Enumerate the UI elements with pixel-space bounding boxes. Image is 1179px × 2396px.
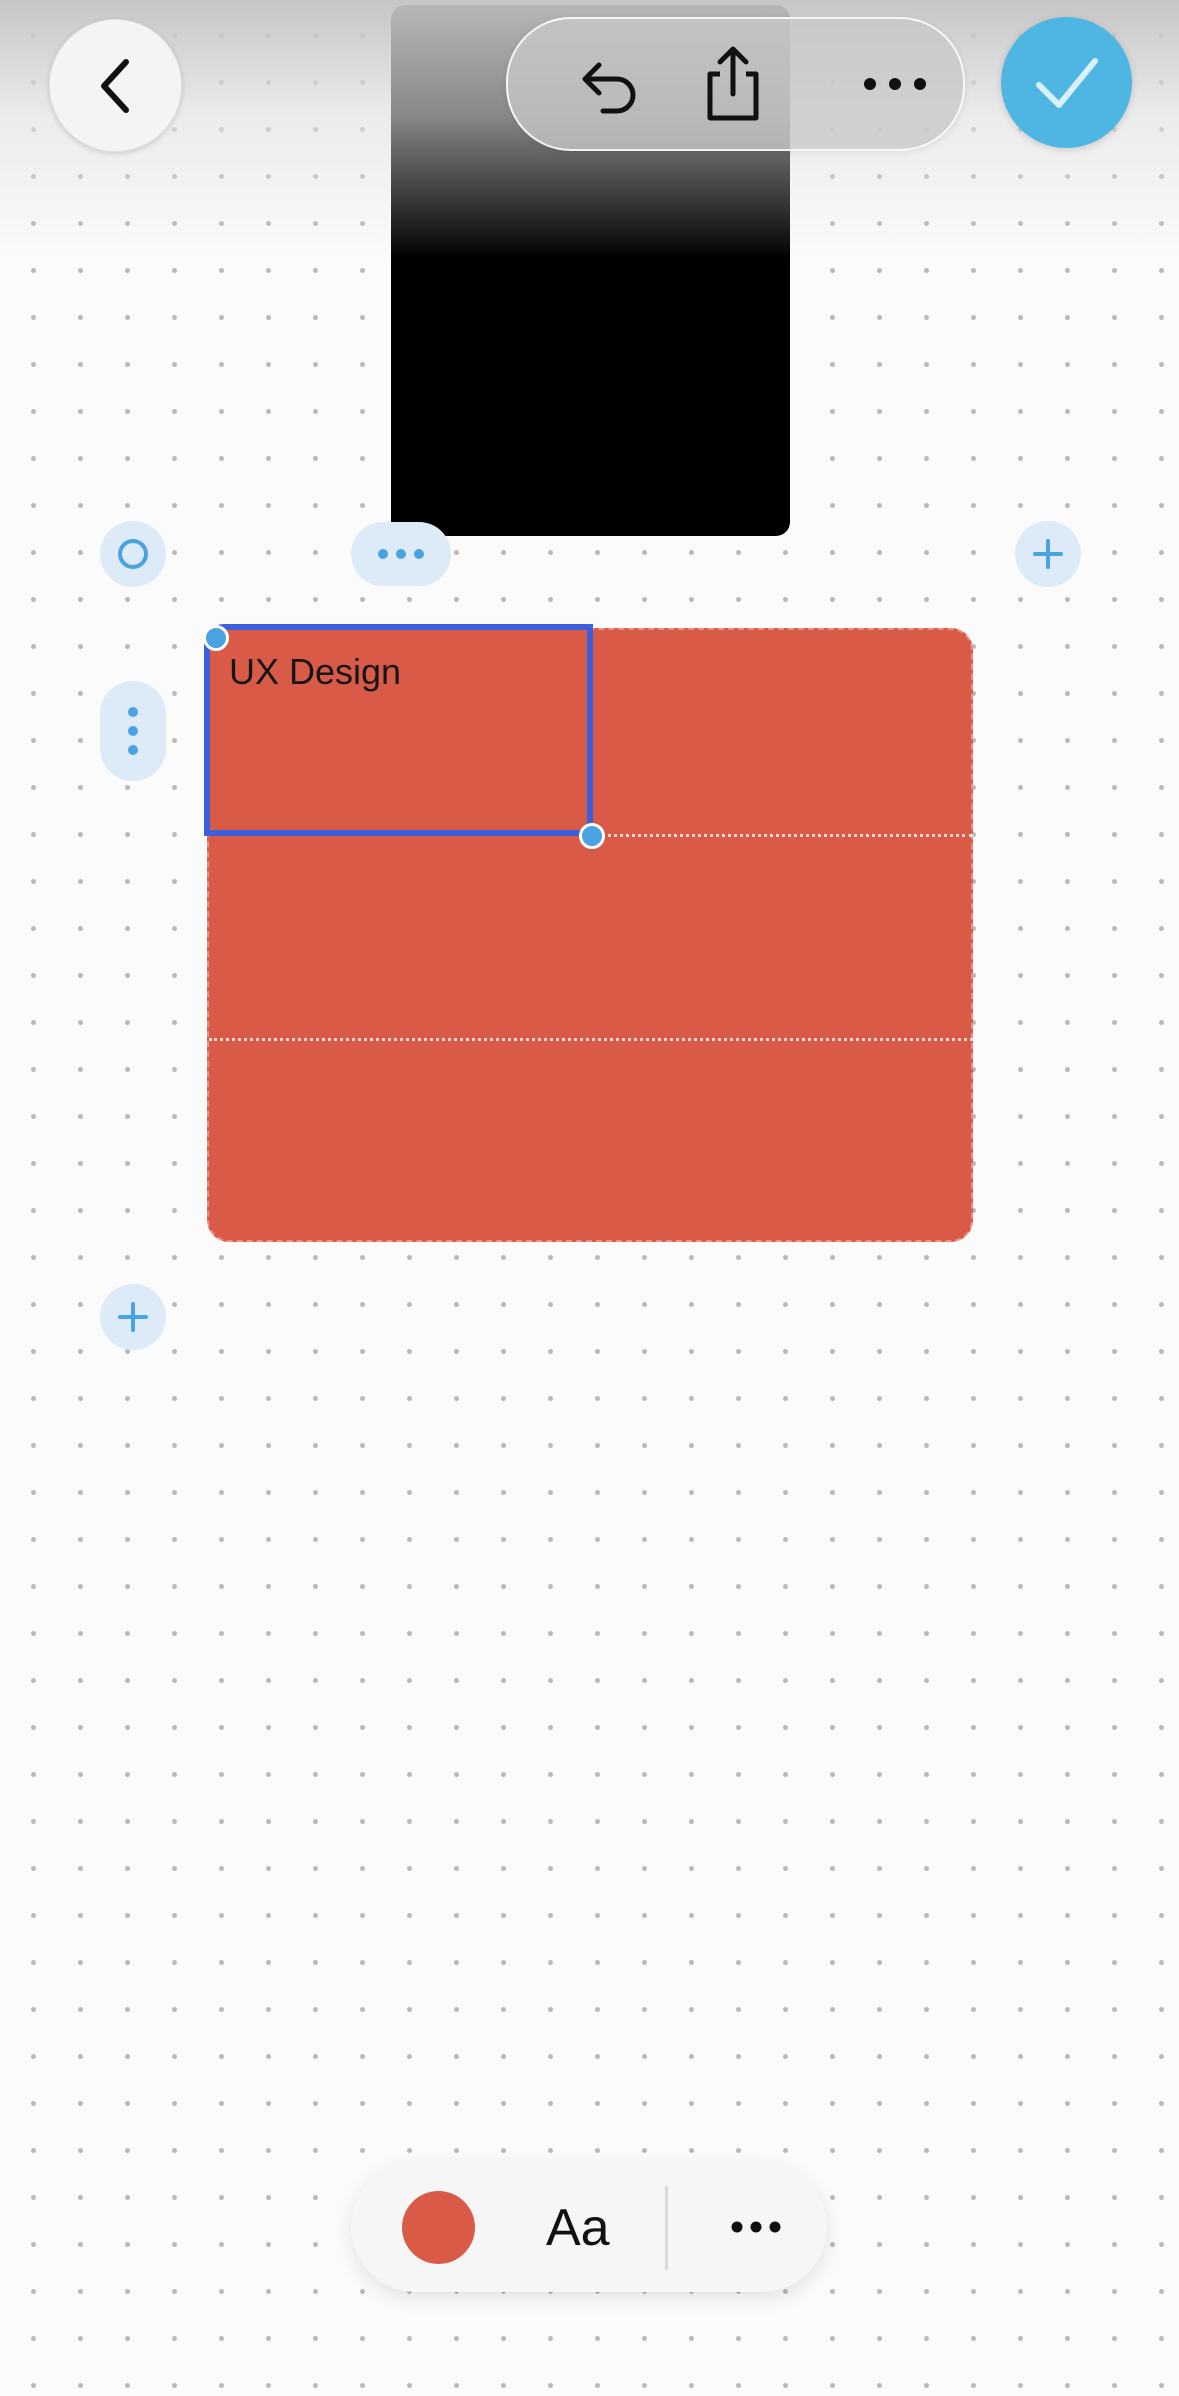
undo-icon — [582, 62, 636, 114]
bottom-format-toolbar: Aa — [351, 2162, 827, 2292]
add-column-button[interactable] — [1015, 521, 1081, 587]
share-icon — [707, 46, 759, 121]
row-menu-handle[interactable] — [100, 681, 166, 781]
more-horizontal-icon — [378, 549, 424, 559]
selection-handle-bottom-right[interactable] — [579, 823, 605, 849]
fill-color-swatch[interactable] — [402, 2191, 475, 2264]
more-vertical-icon — [128, 707, 138, 755]
add-row-button[interactable] — [100, 1284, 166, 1350]
share-button[interactable] — [688, 39, 778, 129]
top-toolbar — [506, 17, 965, 151]
chevron-left-icon — [100, 58, 129, 113]
text-style-button[interactable]: Aa — [546, 2198, 610, 2258]
table-select-handle[interactable] — [100, 521, 166, 587]
done-button[interactable] — [1001, 17, 1132, 148]
more-horizontal-icon — [731, 2221, 781, 2233]
plus-icon — [118, 1302, 148, 1332]
format-more-button[interactable] — [721, 2202, 791, 2252]
back-button[interactable] — [49, 19, 182, 152]
row-divider — [209, 1038, 973, 1041]
plus-icon — [1033, 539, 1063, 569]
undo-button[interactable] — [563, 39, 653, 129]
more-button[interactable] — [850, 39, 940, 129]
toolbar-divider — [665, 2186, 668, 2270]
circle-icon — [118, 539, 148, 569]
table-cell-text[interactable]: UX Design — [229, 651, 401, 693]
row-divider — [595, 834, 973, 837]
column-menu-handle[interactable] — [351, 522, 451, 586]
checkmark-icon — [1035, 57, 1098, 108]
selection-handle-top-left[interactable] — [203, 625, 229, 651]
more-horizontal-icon — [864, 78, 926, 90]
